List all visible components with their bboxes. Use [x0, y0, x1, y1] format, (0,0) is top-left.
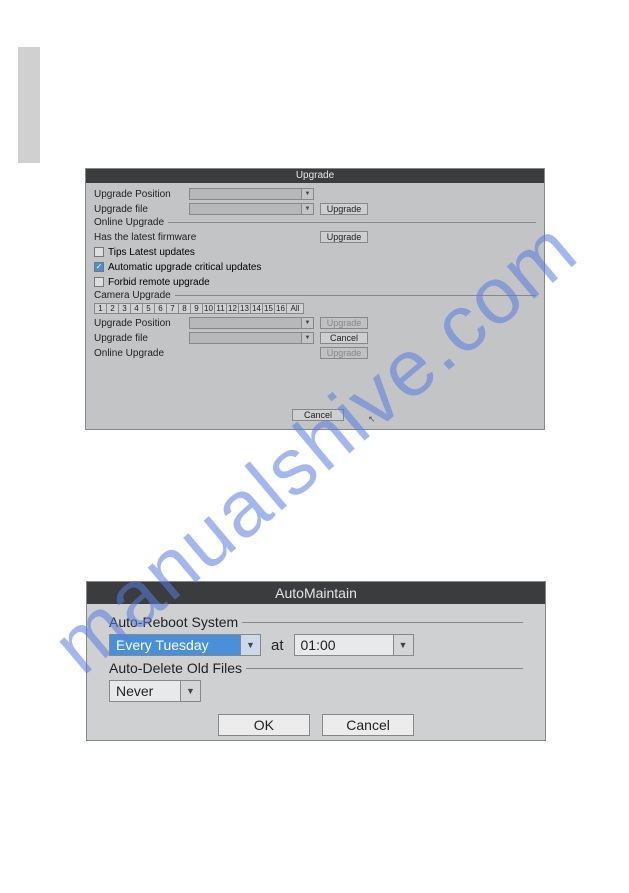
camera-channel-row: 1 2 3 4 5 6 7 8 9 10 11 12 13 14 15 16 A… [94, 303, 536, 314]
automaintain-dialog: AutoMaintain Auto-Reboot System Every Tu… [86, 581, 546, 741]
auto-upgrade-label: Automatic upgrade critical updates [108, 262, 261, 273]
chevron-down-icon: ▼ [393, 635, 413, 655]
forbid-remote-label: Forbid remote upgrade [108, 277, 210, 288]
auto-upgrade-checkbox[interactable]: ✓ [94, 262, 104, 272]
camera-upgrade-file-select[interactable]: ▼ [189, 332, 314, 344]
group-divider [246, 668, 523, 669]
upgrade-dialog-title: Upgrade [86, 169, 544, 183]
group-divider [168, 222, 536, 223]
camera-online-upgrade-label: Online Upgrade [94, 348, 314, 359]
automaintain-dialog-title: AutoMaintain [87, 582, 545, 604]
upgrade-dialog: Upgrade Upgrade Position ▼ Upgrade file … [85, 168, 545, 430]
delete-old-files-select[interactable]: Never ▼ [109, 680, 201, 702]
forbid-remote-checkbox[interactable] [94, 277, 104, 287]
group-divider [175, 295, 536, 296]
upgrade-file-select[interactable]: ▼ [189, 203, 314, 215]
camera-upgrade-position-select[interactable]: ▼ [189, 317, 314, 329]
camera-online-upgrade-button[interactable]: Upgrade [320, 347, 368, 359]
chevron-down-icon: ▼ [301, 333, 313, 343]
auto-delete-group-label: Auto-Delete Old Files [109, 660, 242, 676]
tips-latest-label: Tips Latest updates [108, 247, 195, 258]
chevron-down-icon: ▼ [180, 681, 200, 701]
delete-old-files-value: Never [116, 683, 153, 699]
chevron-down-icon: ▼ [301, 204, 313, 214]
camera-upgrade-button[interactable]: Upgrade [320, 317, 368, 329]
reboot-time-select[interactable]: 01:00 ▼ [294, 634, 414, 656]
cursor-icon: ↖ [368, 414, 376, 425]
upgrade-position-label: Upgrade Position [94, 189, 189, 200]
page-margin-tab [18, 47, 40, 163]
cancel-button[interactable]: Cancel [322, 714, 414, 736]
camera-upgrade-group-label: Camera Upgrade [94, 290, 171, 301]
online-upgrade-button[interactable]: Upgrade [320, 231, 368, 243]
channel-button-all[interactable]: All [286, 303, 304, 314]
reboot-day-value: Every Tuesday [116, 637, 209, 653]
upgrade-button[interactable]: Upgrade [320, 203, 368, 215]
upgrade-file-label: Upgrade file [94, 204, 189, 215]
chevron-down-icon: ▼ [301, 189, 313, 199]
at-label: at [271, 637, 284, 654]
online-upgrade-group-label: Online Upgrade [94, 217, 164, 228]
dialog-cancel-button[interactable]: Cancel [292, 409, 344, 421]
camera-cancel-button[interactable]: Cancel [320, 332, 368, 344]
reboot-time-value: 01:00 [301, 637, 336, 653]
group-divider [242, 622, 523, 623]
tips-latest-checkbox[interactable] [94, 247, 104, 257]
upgrade-position-select[interactable]: ▼ [189, 188, 314, 200]
has-latest-firmware-label: Has the latest firmware [94, 232, 314, 243]
reboot-day-select[interactable]: Every Tuesday ▼ [109, 634, 261, 656]
camera-upgrade-file-label: Upgrade file [94, 333, 189, 344]
chevron-down-icon: ▼ [240, 635, 260, 655]
ok-button[interactable]: OK [218, 714, 310, 736]
auto-reboot-group-label: Auto-Reboot System [109, 614, 238, 630]
camera-upgrade-position-label: Upgrade Position [94, 318, 189, 329]
chevron-down-icon: ▼ [301, 318, 313, 328]
